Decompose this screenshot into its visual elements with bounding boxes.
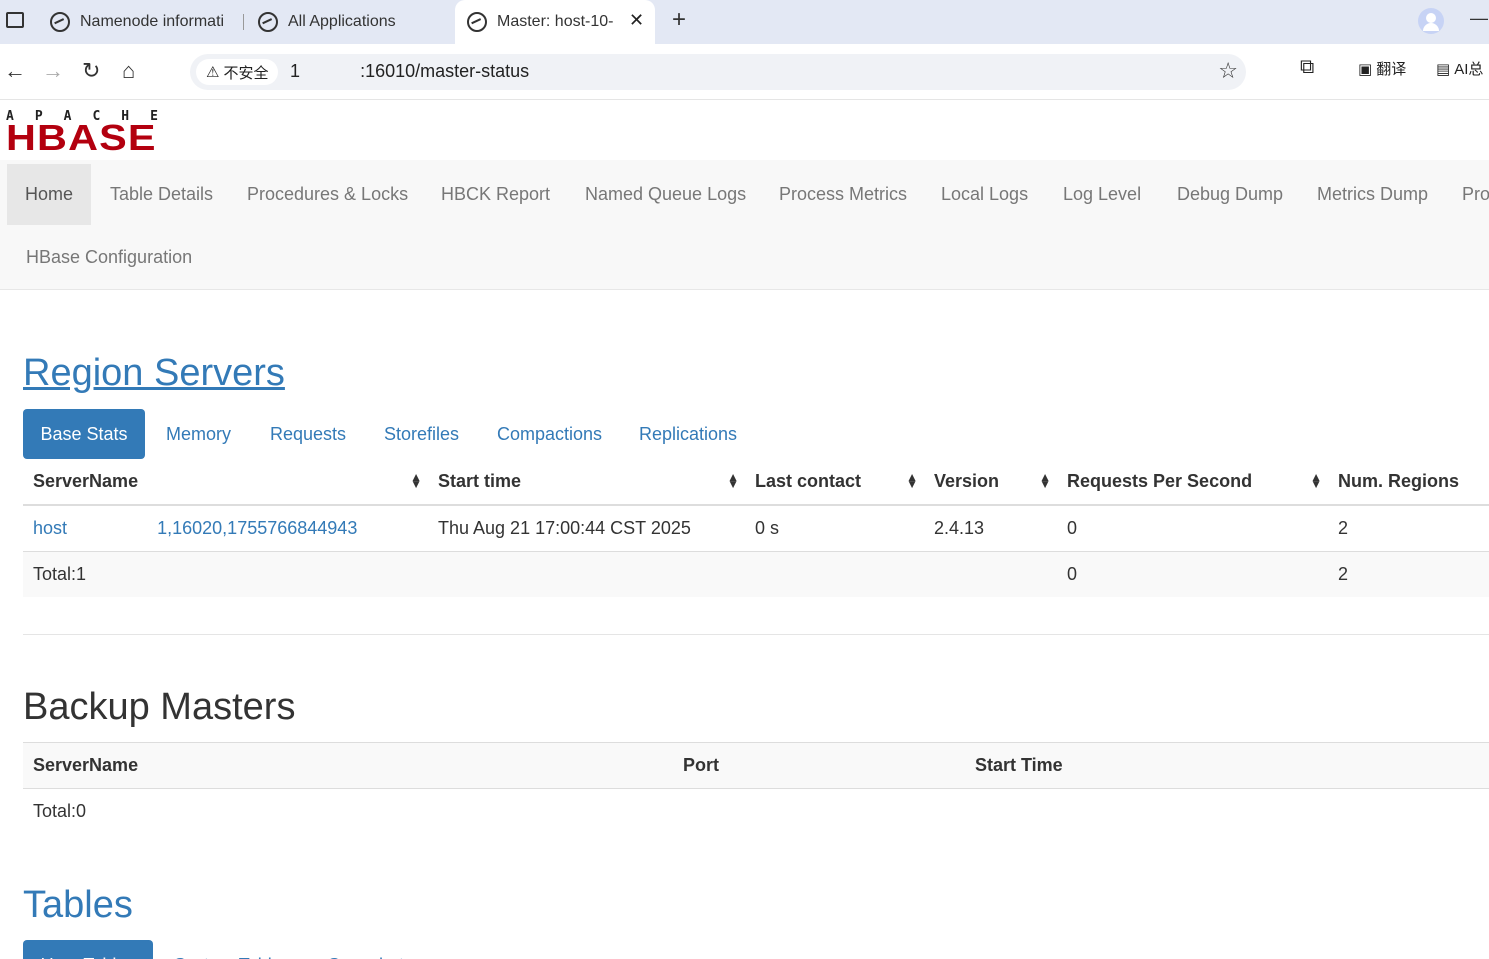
column-header[interactable]: Start time ▲ ▼ (428, 459, 745, 506)
column-header: Port (673, 742, 965, 789)
sort-icon[interactable]: ▲ ▼ (410, 471, 422, 490)
table-total-row: Total:1 0 2 (23, 550, 1489, 597)
server-name-cell: host 1,16020,1755766844943 (23, 504, 428, 551)
requests-cell: 0 (1057, 504, 1328, 551)
column-header: Start Time (965, 742, 1489, 789)
main-navbar: Home Table Details Procedures & Locks HB… (0, 160, 1489, 290)
nav-metrics-dump[interactable]: Metrics Dump (1317, 184, 1428, 205)
site-favicon-icon (50, 12, 70, 32)
translate-button[interactable]: ▣ 翻译 (1358, 58, 1406, 79)
tab-compactions[interactable]: Compactions (497, 409, 602, 459)
tab-base-stats[interactable]: Base Stats (23, 409, 145, 459)
bookmark-star-icon[interactable]: ☆ (1218, 58, 1238, 84)
tab-replications[interactable]: Replications (639, 409, 737, 459)
sidebar-toggle-icon[interactable] (6, 12, 24, 28)
nav-process-metrics[interactable]: Process Metrics (779, 184, 907, 205)
sort-icon[interactable]: ▲ ▼ (906, 471, 918, 490)
total-label: Total:1 (23, 550, 428, 597)
tab-memory[interactable]: Memory (166, 409, 231, 459)
region-servers-table: ServerName ▲ ▼ Start time ▲ ▼ Last contact ▲ ▼… (23, 459, 1489, 597)
nav-home[interactable]: Home (7, 164, 91, 225)
nav-profiler[interactable]: Pro (1462, 184, 1489, 205)
column-header[interactable]: Requests Per Second ▲ ▼ (1057, 459, 1328, 506)
hbase-logo[interactable]: APACHE HBASE (6, 110, 176, 156)
column-header[interactable]: Version ▲ ▼ (924, 459, 1057, 506)
tab-master[interactable]: Master: host-10- ✕ (455, 0, 655, 44)
nav-hbck-report[interactable]: HBCK Report (441, 184, 550, 205)
total-label: Total:0 (33, 801, 87, 822)
last-contact-cell: 0 s (745, 504, 924, 551)
sort-icon[interactable]: ▲ ▼ (727, 471, 739, 490)
nav-local-logs[interactable]: Local Logs (941, 184, 1028, 205)
ai-icon: ▤ (1436, 60, 1451, 78)
browser-toolbar: ← → ↻ ⌂ ⚠ 不安全 1 :16010/master-status ☆ ⧉… (0, 44, 1489, 100)
security-indicator[interactable]: ⚠ 不安全 (196, 59, 279, 85)
home-icon[interactable]: ⌂ (122, 58, 135, 84)
tables-title: Tables (23, 884, 133, 926)
tab-namenode[interactable]: Namenode informati (50, 0, 240, 44)
address-bar[interactable]: ⚠ 不安全 1 :16010/master-status ☆ (190, 54, 1246, 90)
column-header[interactable]: Num. Regions (1328, 459, 1489, 506)
translate-icon: ▣ (1358, 60, 1373, 78)
sort-icon[interactable]: ▲ ▼ (1310, 471, 1322, 490)
nav-named-queue-logs[interactable]: Named Queue Logs (585, 184, 746, 205)
start-time-cell: Thu Aug 21 17:00:44 CST 2025 (428, 504, 745, 551)
tab-requests[interactable]: Requests (270, 409, 346, 459)
server-link[interactable]: host 1,16020,1755766844943 (33, 518, 357, 538)
site-favicon-icon (258, 12, 278, 32)
browser-tab-bar: Namenode informati All Applications Mast… (0, 0, 1489, 44)
tab-user-tables[interactable]: User Tables (23, 940, 153, 959)
reload-icon[interactable]: ↻ (82, 58, 100, 84)
total-regions: 2 (1328, 550, 1489, 597)
column-header[interactable]: Last contact ▲ ▼ (745, 459, 924, 506)
total-requests: 0 (1057, 550, 1328, 597)
tab-storefiles[interactable]: Storefiles (384, 409, 459, 459)
minimize-icon[interactable]: — (1470, 8, 1488, 29)
version-cell: 2.4.13 (924, 504, 1057, 551)
sort-icon[interactable]: ▲ ▼ (1039, 471, 1051, 490)
table-header-row: ServerName Port Start Time (23, 742, 1489, 789)
nav-table-details[interactable]: Table Details (110, 184, 213, 205)
column-header: ServerName (23, 742, 673, 789)
back-icon[interactable]: ← (4, 58, 26, 84)
tab-separator (243, 14, 244, 30)
site-favicon-icon (467, 12, 487, 32)
url-text[interactable]: 1 :16010/master-status (290, 61, 529, 82)
regions-cell: 2 (1328, 504, 1489, 551)
backup-masters-title: Backup Masters (23, 686, 296, 728)
column-header[interactable]: ServerName ▲ ▼ (23, 459, 428, 506)
close-tab-icon[interactable]: ✕ (629, 10, 644, 31)
forward-icon[interactable]: → (42, 58, 64, 84)
region-servers-title[interactable]: Region Servers (23, 352, 285, 395)
tab-all-applications[interactable]: All Applications (258, 0, 448, 44)
warning-icon: ⚠ (206, 64, 220, 81)
extensions-icon[interactable]: ⧉ (1300, 56, 1314, 79)
new-tab-icon[interactable]: + (672, 6, 686, 34)
tab-system-tables[interactable]: System Tables (174, 940, 291, 959)
nav-log-level[interactable]: Log Level (1063, 184, 1141, 205)
nav-hbase-configuration[interactable]: HBase Configuration (26, 247, 192, 268)
ai-button[interactable]: ▤ AI总 (1436, 58, 1483, 79)
section-divider (23, 634, 1489, 635)
profile-avatar[interactable] (1418, 8, 1444, 34)
table-row: host 1,16020,1755766844943 Thu Aug 21 17… (23, 504, 1489, 551)
nav-debug-dump[interactable]: Debug Dump (1177, 184, 1283, 205)
backup-masters-table: ServerName Port Start Time Total:0 (23, 742, 1489, 835)
table-total-row: Total:0 (23, 789, 1489, 835)
nav-procedures-locks[interactable]: Procedures & Locks (247, 184, 408, 205)
tab-snapshots[interactable]: Snapshots (328, 940, 413, 959)
table-header-row: ServerName ▲ ▼ Start time ▲ ▼ Last contact ▲ ▼… (23, 459, 1489, 506)
